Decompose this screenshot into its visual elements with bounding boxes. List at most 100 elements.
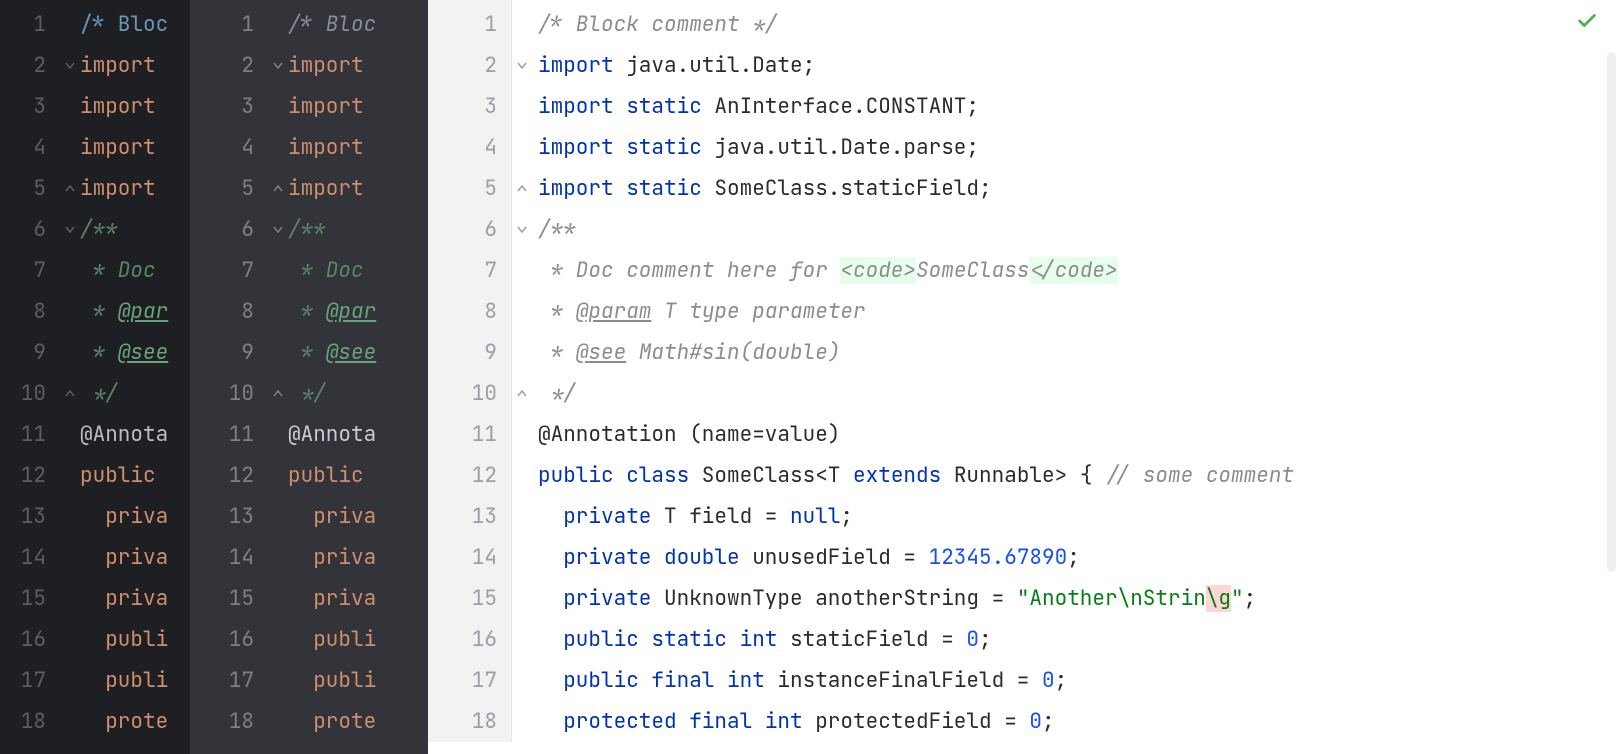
code-line[interactable]: private UnknownType anotherString = "Ano… — [538, 578, 1294, 619]
code-line[interactable]: public — [288, 455, 376, 496]
code-line[interactable]: publi — [288, 660, 376, 701]
code-token: public final int — [563, 667, 765, 694]
line-number: 4 — [428, 127, 511, 168]
code-line[interactable]: * Doc — [288, 250, 376, 291]
fold-marker[interactable] — [268, 45, 288, 86]
code-line[interactable]: import — [288, 168, 376, 209]
code-line[interactable]: * @see Math#sin(double) — [538, 332, 1294, 373]
code-line[interactable]: @Annota — [80, 414, 168, 455]
code-line[interactable]: /* Bloc — [80, 4, 168, 45]
fold-marker[interactable] — [512, 168, 532, 209]
code-line[interactable]: import — [80, 45, 168, 86]
code-line[interactable]: import static SomeClass.staticField; — [538, 168, 1294, 209]
code-line[interactable]: */ — [288, 373, 376, 414]
code-token — [80, 503, 105, 530]
code-line[interactable]: public class SomeClass<T extends Runnabl… — [538, 455, 1294, 496]
code-line[interactable]: priva — [80, 496, 168, 537]
fold-marker[interactable] — [268, 168, 288, 209]
fold-marker — [268, 250, 288, 291]
code-line[interactable]: import static AnInterface.CONSTANT; — [538, 86, 1294, 127]
editor-pane-dark-1[interactable]: 123456789101112131415161718 /* Blocimpor… — [0, 0, 190, 754]
code-line[interactable]: import java.util.Date; — [538, 45, 1294, 86]
code-line[interactable]: * Doc comment here for <code>SomeClass</… — [538, 250, 1294, 291]
code-area[interactable]: /* Blocimportimportimportimport/** * Doc… — [80, 0, 168, 742]
code-line[interactable]: public static int staticField = 0; — [538, 619, 1294, 660]
fold-marker[interactable] — [512, 45, 532, 86]
fold-marker[interactable] — [60, 209, 80, 250]
code-line[interactable]: priva — [80, 578, 168, 619]
code-token — [80, 708, 105, 735]
code-line[interactable]: * @see — [288, 332, 376, 373]
editor-pane-dark-2[interactable]: 123456789101112131415161718 /* Blocimpor… — [190, 0, 428, 754]
code-token — [538, 708, 563, 735]
line-number: 18 — [0, 701, 60, 742]
line-number: 6 — [0, 209, 60, 250]
code-line[interactable]: priva — [80, 537, 168, 578]
code-line[interactable]: /** — [538, 209, 1294, 250]
code-line[interactable]: import — [288, 127, 376, 168]
code-line[interactable]: import — [80, 86, 168, 127]
code-line[interactable]: /** — [80, 209, 168, 250]
code-line[interactable]: import — [288, 45, 376, 86]
code-token: import — [288, 175, 364, 202]
code-line[interactable]: * @par — [80, 291, 168, 332]
code-area[interactable]: /* Block comment */import java.util.Date… — [532, 0, 1294, 742]
code-line[interactable]: * @param T type parameter — [538, 291, 1294, 332]
code-line[interactable]: import — [288, 86, 376, 127]
code-line[interactable]: * Doc — [80, 250, 168, 291]
code-line[interactable]: private double unusedField = 12345.67890… — [538, 537, 1294, 578]
fold-marker[interactable] — [268, 209, 288, 250]
code-line[interactable]: @Annotation (name=value) — [538, 414, 1294, 455]
code-line[interactable]: import — [80, 127, 168, 168]
code-token: import — [80, 175, 156, 202]
line-number: 6 — [190, 209, 268, 250]
fold-marker — [60, 578, 80, 619]
code-line[interactable]: publi — [80, 619, 168, 660]
code-line[interactable]: @Annota — [288, 414, 376, 455]
line-number: 17 — [0, 660, 60, 701]
code-line[interactable]: * @see — [80, 332, 168, 373]
code-token: java.util.Date.parse; — [702, 134, 979, 161]
code-token: unusedField = — [740, 544, 929, 571]
code-line[interactable]: /* Block comment */ — [538, 4, 1294, 45]
code-token: Math#sin(double) — [626, 339, 840, 366]
fold-marker[interactable] — [60, 373, 80, 414]
code-line[interactable]: publi — [80, 660, 168, 701]
code-token: import — [80, 52, 156, 79]
code-line[interactable]: import — [80, 168, 168, 209]
line-number: 11 — [428, 414, 511, 455]
code-line[interactable]: prote — [80, 701, 168, 742]
line-number: 13 — [190, 496, 268, 537]
code-line[interactable]: protected final int protectedField = 0; — [538, 701, 1294, 742]
code-line[interactable]: /** — [288, 209, 376, 250]
fold-marker[interactable] — [512, 373, 532, 414]
code-line[interactable]: priva — [288, 496, 376, 537]
code-line[interactable]: public — [80, 455, 168, 496]
code-line[interactable]: publi — [288, 619, 376, 660]
fold-marker[interactable] — [512, 209, 532, 250]
code-token — [288, 626, 313, 653]
code-line[interactable]: import static java.util.Date.parse; — [538, 127, 1294, 168]
line-number: 9 — [428, 332, 511, 373]
line-number: 10 — [428, 373, 511, 414]
code-line[interactable]: * @par — [288, 291, 376, 332]
fold-marker[interactable] — [60, 45, 80, 86]
code-line[interactable]: public final int instanceFinalField = 0; — [538, 660, 1294, 701]
code-line[interactable]: */ — [538, 373, 1294, 414]
scrollbar-vertical[interactable] — [1607, 52, 1616, 572]
code-token: * — [288, 339, 326, 366]
code-line[interactable]: priva — [288, 578, 376, 619]
editor-pane-light[interactable]: 123456789101112131415161718 /* Block com… — [428, 0, 1620, 754]
fold-marker[interactable] — [60, 168, 80, 209]
code-area[interactable]: /* Blocimportimportimportimport/** * Doc… — [288, 0, 376, 742]
code-line[interactable]: priva — [288, 537, 376, 578]
line-number: 18 — [190, 701, 268, 742]
code-line[interactable]: /* Bloc — [288, 4, 376, 45]
line-number: 14 — [190, 537, 268, 578]
line-number: 4 — [190, 127, 268, 168]
code-line[interactable]: prote — [288, 701, 376, 742]
fold-marker[interactable] — [268, 373, 288, 414]
code-token: /** — [288, 216, 326, 243]
code-line[interactable]: private T field = null; — [538, 496, 1294, 537]
code-line[interactable]: */ — [80, 373, 168, 414]
